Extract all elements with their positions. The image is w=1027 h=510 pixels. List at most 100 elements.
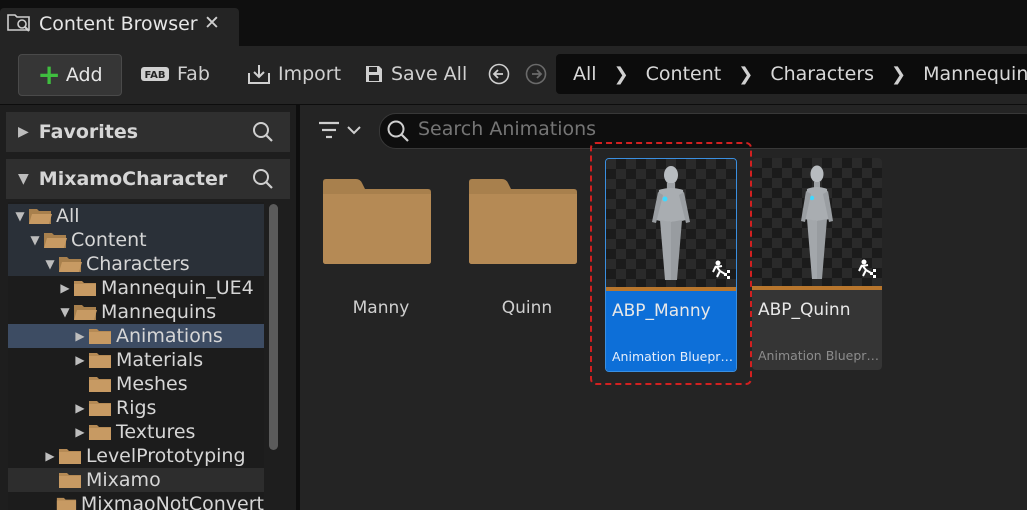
folder-icon: [89, 353, 111, 368]
search-icon: [387, 120, 409, 142]
tree-item[interactable]: ▶ Rigs: [8, 396, 264, 420]
folder-icon[interactable]: [321, 178, 433, 264]
tree-item[interactable]: Meshes: [8, 372, 264, 396]
project-label: MixamoCharacter: [38, 168, 228, 190]
search-icon[interactable]: [252, 168, 274, 190]
tree-item[interactable]: ▶ Animations: [8, 324, 264, 348]
fab-button-label: Fab: [177, 63, 210, 85]
chevron-right-icon: ▶: [18, 124, 29, 140]
asset-type: Animation Blueprint: [758, 348, 882, 363]
search-icon[interactable]: [252, 121, 274, 143]
tree-item[interactable]: ▶ Materials: [8, 348, 264, 372]
chevron-right-icon[interactable]: ▶: [72, 353, 88, 367]
tree-item[interactable]: ▼ Mannequins: [8, 300, 264, 324]
tab-title: Content Browser: [39, 13, 198, 35]
folder-icon: [89, 401, 111, 416]
tree-item-label: Meshes: [116, 373, 188, 395]
save-all-icon: [366, 66, 382, 82]
breadcrumb-item[interactable]: Mannequins: [906, 63, 1027, 85]
breadcrumb-separator-icon[interactable]: ❯: [597, 64, 629, 85]
close-tab-icon[interactable]: ✕: [204, 12, 220, 34]
back-arrow-icon[interactable]: [488, 63, 510, 85]
folder-icon: [89, 377, 111, 392]
svg-text:FAB: FAB: [144, 70, 165, 81]
tree-item[interactable]: Mixamo: [8, 468, 264, 492]
chevron-right-icon[interactable]: ▶: [72, 425, 88, 439]
mannequin-figure-icon: [801, 165, 833, 279]
tree-item-label: Mixamo: [86, 469, 161, 491]
asset-info: ABP_Quinn Animation Blueprint: [752, 290, 882, 370]
chevron-right-icon[interactable]: ▶: [57, 281, 73, 295]
chevron-down-icon[interactable]: ▼: [27, 233, 43, 247]
tree-item[interactable]: ▶ Mannequin_UE4: [8, 276, 264, 300]
folder-label-manny: Manny: [352, 298, 410, 318]
chevron-right-icon[interactable]: ▶: [72, 401, 88, 415]
tree-item-label: All: [56, 205, 80, 227]
tree-item-label: Mannequin_UE4: [101, 277, 254, 299]
folder-icon[interactable]: [467, 178, 579, 264]
folder-tree: ▼ All ▼ Content ▼ Characters ▶ Mannequin_UE4 ▼ Ma…: [8, 202, 264, 510]
plus-icon: +: [37, 58, 61, 91]
tree-item-label: Mannequins: [101, 301, 217, 323]
chevron-right-icon[interactable]: ▶: [42, 449, 58, 463]
add-button[interactable]: + Add: [18, 54, 122, 96]
fab-button[interactable]: FAB Fab: [140, 54, 210, 94]
tree-item-label: Materials: [116, 349, 204, 371]
tree-item-label: LevelPrototyping: [86, 445, 246, 467]
folder-open-icon: [44, 233, 67, 248]
folder-icon: [74, 281, 96, 296]
tree-scrollbar[interactable]: [269, 204, 278, 450]
favorites-label: Favorites: [38, 121, 139, 143]
tree-item-label: MixmaoNotConvert: [80, 493, 264, 510]
save-all-button[interactable]: Save All: [364, 54, 467, 94]
chevron-down-icon[interactable]: ▼: [57, 305, 73, 319]
tree-item-label: Textures: [116, 421, 196, 443]
animation-blueprint-icon: [858, 259, 876, 278]
tree-item-label: Content: [71, 229, 147, 251]
asset-thumbnail: [752, 158, 882, 286]
search-input[interactable]: [418, 118, 918, 140]
content-browser-icon: [7, 14, 30, 32]
fab-logo-icon: FAB: [141, 67, 169, 81]
breadcrumb: All ❯ Content ❯ Characters ❯ Mannequins: [556, 54, 1027, 94]
folder-icon: [59, 449, 81, 464]
tree-item[interactable]: ▶ Textures: [8, 420, 264, 444]
tree-item[interactable]: MixmaoNotConvert: [8, 492, 264, 510]
folder-icon: [59, 473, 81, 488]
chevron-down-icon: ▼: [18, 171, 29, 187]
folder-label-quinn: Quinn: [501, 298, 553, 318]
selection-highlight-annotation: [590, 142, 752, 385]
tree-item-label: Characters: [86, 253, 190, 275]
folder-icon: [89, 329, 111, 344]
import-button-label: Import: [278, 63, 342, 85]
folder-icon: [89, 425, 111, 440]
import-icon: [248, 65, 270, 84]
breadcrumb-item[interactable]: Characters: [753, 63, 874, 85]
filter-icon[interactable]: [318, 120, 366, 142]
breadcrumb-separator-icon[interactable]: ❯: [874, 64, 906, 85]
forward-arrow-icon[interactable]: [525, 63, 547, 85]
chevron-right-icon[interactable]: ▶: [72, 329, 88, 343]
tree-item[interactable]: ▶ LevelPrototyping: [8, 444, 264, 468]
tree-item[interactable]: ▼ Characters: [8, 252, 264, 276]
tree-item[interactable]: ▼ All: [8, 204, 264, 228]
folder-icon: [56, 497, 77, 510]
tree-item[interactable]: ▼ Content: [8, 228, 264, 252]
folder-open-icon: [74, 305, 97, 320]
import-button[interactable]: Import: [247, 54, 341, 94]
favorites-section-header[interactable]: ▶ Favorites: [6, 112, 290, 152]
save-all-button-label: Save All: [391, 63, 468, 85]
folder-open-icon: [59, 257, 82, 272]
chevron-down-icon[interactable]: ▼: [12, 209, 28, 223]
breadcrumb-item[interactable]: Content: [629, 63, 722, 85]
add-button-label: Add: [65, 64, 103, 86]
folder-open-icon: [29, 209, 52, 224]
tree-item-label: Animations: [116, 325, 223, 347]
chevron-down-icon[interactable]: ▼: [42, 257, 58, 271]
asset-tile-abp-quinn[interactable]: ABP_Quinn Animation Blueprint: [752, 158, 882, 370]
tree-item-label: Rigs: [116, 397, 157, 419]
asset-name: ABP_Quinn: [758, 300, 851, 320]
project-section-header[interactable]: ▼ MixamoCharacter: [6, 159, 290, 199]
breadcrumb-separator-icon[interactable]: ❯: [721, 64, 753, 85]
breadcrumb-item[interactable]: All: [556, 63, 597, 85]
